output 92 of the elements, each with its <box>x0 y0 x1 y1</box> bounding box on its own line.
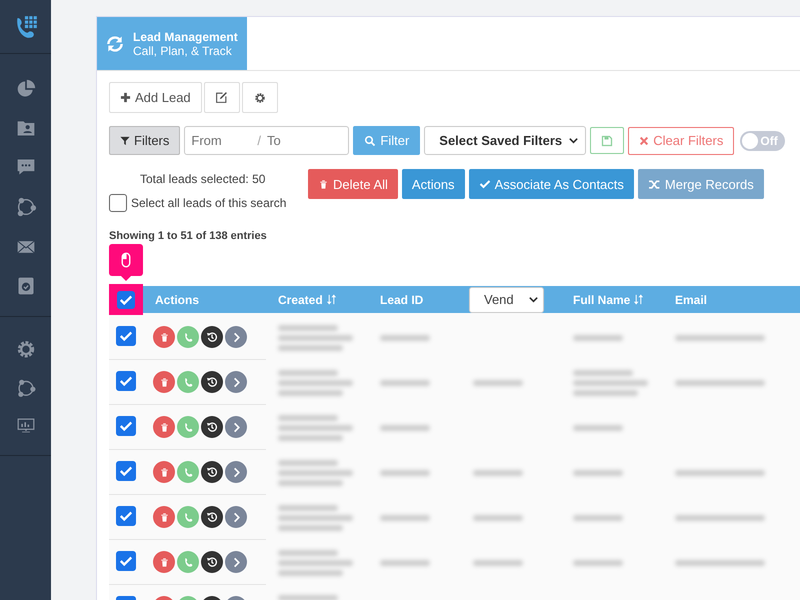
bulk-action-button[interactable]: Associate As Contacts <box>468 169 634 199</box>
bulk-action-button[interactable]: Actions <box>402 169 465 199</box>
check-icon <box>119 509 133 523</box>
module-subtitle: Call, Plan, & Track <box>133 44 233 58</box>
select-all-label: Select all leads of this search <box>131 196 286 210</box>
date-separator: / <box>257 133 262 148</box>
toggle-switch[interactable]: Off <box>740 130 786 150</box>
total-selected-text: Total leads selected: 50 <box>139 172 266 186</box>
edit-icon <box>215 91 228 104</box>
chevron-down-icon <box>568 135 580 146</box>
history-icon <box>206 511 218 523</box>
trash-icon <box>318 178 329 190</box>
open-button[interactable] <box>225 506 247 528</box>
open-button[interactable] <box>225 371 247 393</box>
trash-icon <box>158 512 170 522</box>
add-lead-button[interactable]: Add Lead <box>109 82 202 113</box>
check-icon <box>119 419 133 433</box>
column-header: Email <box>675 292 708 306</box>
history-button[interactable] <box>201 326 223 348</box>
trash-icon <box>158 556 170 568</box>
history-button[interactable] <box>201 461 223 483</box>
delete-button[interactable] <box>153 461 175 483</box>
pie-chart-icon <box>16 79 36 99</box>
sort-icon <box>326 294 337 305</box>
check-icon <box>119 464 133 478</box>
funnel-icon <box>120 136 130 146</box>
checkbox[interactable] <box>117 290 135 308</box>
chevron-down-icon <box>528 294 539 305</box>
history-icon <box>206 331 218 343</box>
phone-icon <box>182 512 194 522</box>
filters-button[interactable]: Filters <box>109 126 180 155</box>
open-button[interactable] <box>225 326 247 348</box>
search-icon <box>364 134 376 146</box>
settings-button[interactable] <box>242 82 278 113</box>
checkbox[interactable] <box>116 371 136 391</box>
vendor-select[interactable]: Vend <box>469 286 544 312</box>
trash-icon <box>158 422 170 432</box>
settings-icon <box>254 92 266 104</box>
column-header: Actions <box>155 292 200 306</box>
checkbox[interactable] <box>109 194 127 212</box>
phone-icon <box>182 466 194 478</box>
checkbox[interactable] <box>116 551 136 571</box>
checkbox[interactable] <box>116 461 136 481</box>
history-icon <box>206 376 218 388</box>
shuffle-icon <box>648 178 661 190</box>
history-button[interactable] <box>201 371 223 393</box>
delete-button[interactable] <box>153 416 175 438</box>
delete-button[interactable] <box>153 551 175 573</box>
phone-icon <box>182 332 194 342</box>
check-icon <box>119 374 133 388</box>
checked-document-icon <box>16 276 36 296</box>
saved-filters-select[interactable]: Select Saved Filters <box>424 126 586 155</box>
edit-button[interactable] <box>204 82 240 113</box>
plus-icon <box>120 92 131 103</box>
monitor-chart-icon <box>16 416 36 435</box>
chat-bubble-icon <box>16 157 36 177</box>
open-button[interactable] <box>225 461 247 483</box>
trash-icon <box>158 332 170 342</box>
module-title: Lead Management <box>133 30 238 44</box>
checkbox[interactable] <box>116 416 136 436</box>
check-icon <box>119 554 133 568</box>
phone-icon <box>182 422 194 432</box>
history-icon <box>206 466 218 478</box>
trash-icon <box>158 376 170 388</box>
bulk-action-button[interactable]: Merge Records <box>638 169 764 199</box>
delete-button[interactable] <box>153 506 175 528</box>
entries-info: Showing 1 to 51 of 138 entries <box>109 230 268 242</box>
history-icon <box>206 421 218 433</box>
check-icon <box>119 329 133 343</box>
history-button[interactable] <box>201 506 223 528</box>
history-icon <box>206 556 218 568</box>
open-button[interactable] <box>225 416 247 438</box>
date-range-field[interactable]: From / To <box>184 126 350 155</box>
phone-icon <box>182 556 194 568</box>
bulk-action-button[interactable]: Delete All <box>308 169 398 199</box>
phone-icon <box>182 376 194 388</box>
sort-icon <box>633 294 644 305</box>
open-button[interactable] <box>225 551 247 573</box>
checkbox[interactable] <box>116 326 136 346</box>
column-header: Lead ID <box>380 292 424 306</box>
history-button[interactable] <box>201 551 223 573</box>
checkbox[interactable] <box>116 506 136 526</box>
refresh-icon <box>105 34 125 54</box>
trash-icon <box>158 466 170 478</box>
clear-filters-button[interactable]: Clear Filters <box>628 126 734 154</box>
check-icon <box>478 178 491 190</box>
delete-button[interactable] <box>153 326 175 348</box>
filter-button[interactable]: Filter <box>353 126 420 155</box>
history-button[interactable] <box>201 416 223 438</box>
close-icon <box>639 136 650 146</box>
module-tab[interactable]: Lead Management Call, Plan, & Track <box>97 17 247 70</box>
delete-button[interactable] <box>153 371 175 393</box>
